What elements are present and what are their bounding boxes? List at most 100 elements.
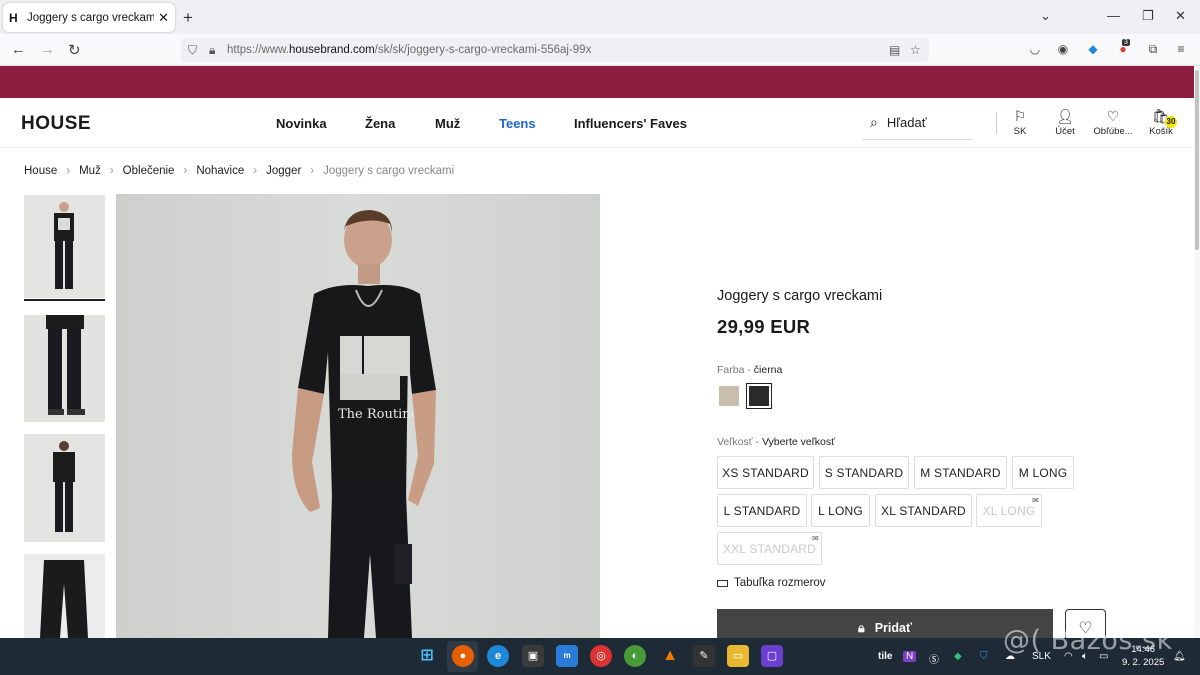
size-xl-standard[interactable]: XL STANDARD: [875, 494, 972, 527]
firefox-icon[interactable]: ●: [452, 645, 474, 667]
app-editor-icon[interactable]: ✎: [693, 645, 715, 667]
skype-icon[interactable]: Ⓢ: [929, 651, 939, 666]
tab-title: Joggery s cargo vreckami Farba: [27, 11, 155, 24]
flag-icon: ⚐: [1013, 108, 1027, 124]
reload-icon[interactable]: ↻: [68, 41, 81, 59]
size-table-label: Tabuľka rozmerov: [734, 577, 826, 589]
app-green-icon[interactable]: ◐: [624, 645, 646, 667]
color-swatch-black[interactable]: [749, 386, 769, 406]
browser-tabbar: H Joggery s cargo vreckami Farba ✕ + ⌄ —…: [0, 0, 1200, 34]
size-value: Vyberte veľkosť: [761, 436, 836, 448]
size-xxl-standard[interactable]: XXL STANDARD ✉: [717, 532, 822, 565]
url-prefix: https://www.: [227, 44, 289, 56]
app-red-icon[interactable]: ◎: [590, 645, 612, 667]
nav-muz[interactable]: Muž: [435, 116, 460, 131]
bookmark-star-icon[interactable]: ☆: [910, 43, 921, 57]
forward-icon[interactable]: →: [40, 41, 55, 58]
region-selector[interactable]: ⚐ SK: [998, 106, 1042, 137]
product-thumbnail-2[interactable]: [24, 315, 105, 422]
thumbnail-active-indicator: [24, 299, 105, 301]
account-label: Účet: [1055, 126, 1075, 137]
favorites-button[interactable]: ♡ Obľúbe...: [1091, 106, 1135, 137]
product-thumbnail-4[interactable]: [24, 554, 105, 638]
bazos-watermark: @( Bazos.sk: [1003, 625, 1173, 656]
search-placeholder: Hľadať: [886, 115, 927, 130]
account-icon[interactable]: ◉: [1056, 42, 1070, 56]
url-bar[interactable]: https://www. housebrand.com/sk/sk/joggery…: [181, 38, 929, 62]
breadcrumb: House › Muž › Oblečenie › Nohavice › Jogger ›…: [24, 165, 454, 177]
size-l-long[interactable]: L LONG: [811, 494, 870, 527]
header-divider: [996, 112, 997, 134]
scrollbar-thumb[interactable]: [1195, 70, 1199, 250]
account-button[interactable]: 👤︎ Účet: [1043, 106, 1087, 137]
notification-bell-icon[interactable]: 🔔︎: [1173, 651, 1186, 662]
color-swatch-beige[interactable]: [719, 386, 739, 406]
size-m-long[interactable]: M LONG: [1012, 456, 1074, 489]
app-purple-icon[interactable]: ▢: [761, 645, 783, 667]
breadcrumb-oblecenie[interactable]: Oblečenie: [123, 165, 175, 177]
back-icon[interactable]: ←: [11, 41, 26, 58]
nav-zena[interactable]: Žena: [365, 116, 395, 131]
restore-icon[interactable]: ❐: [1142, 8, 1154, 24]
size-l-standard[interactable]: L STANDARD: [717, 494, 807, 527]
house-logo[interactable]: HOUSE: [21, 113, 91, 135]
site-favicon: H: [9, 10, 18, 25]
product-thumbnail-3[interactable]: [24, 434, 105, 542]
chevron-right-icon: ›: [253, 165, 258, 177]
size-table-link[interactable]: Tabuľka rozmerov: [717, 577, 826, 589]
store-icon[interactable]: ▣: [522, 645, 544, 667]
tray-weather-text[interactable]: tile: [878, 651, 892, 662]
size-xs-standard[interactable]: XS STANDARD: [717, 456, 814, 489]
nav-influencers-faves[interactable]: Influencers' Faves: [574, 116, 687, 131]
cart-count-badge: 30: [1165, 116, 1177, 128]
edge-icon[interactable]: e: [487, 645, 509, 667]
product-title: Joggery s cargo vreckami: [717, 288, 883, 304]
browser-tab[interactable]: H Joggery s cargo vreckami Farba ✕: [3, 3, 175, 32]
region-label: SK: [1013, 126, 1027, 137]
chevron-right-icon: ›: [310, 165, 315, 177]
reader-view-icon[interactable]: ▤: [889, 43, 900, 57]
app-icon[interactable]: m: [556, 645, 578, 667]
shield-icon[interactable]: ◆: [954, 651, 962, 662]
heart-icon: ♡: [1106, 108, 1120, 124]
nav-novinka[interactable]: Novinka: [276, 116, 327, 131]
breadcrumb-jogger[interactable]: Jogger: [266, 165, 301, 177]
product-thumbnail-1[interactable]: [24, 195, 105, 298]
file-explorer-icon[interactable]: ▭: [727, 645, 749, 667]
ruler-icon: [717, 579, 728, 587]
vlc-icon[interactable]: ▲: [659, 645, 681, 667]
size-label-text: Veľkosť -: [717, 436, 760, 448]
extensions-puzzle-icon[interactable]: ⧉: [1146, 42, 1160, 56]
svg-text:The Routine: The Routine: [338, 407, 419, 422]
nav-teens[interactable]: Teens: [499, 116, 536, 131]
menu-icon[interactable]: ≡: [1174, 42, 1188, 56]
onenote-icon[interactable]: N: [903, 651, 917, 662]
user-icon: 👤︎: [1056, 108, 1074, 124]
pocket-icon[interactable]: ◡: [1028, 42, 1042, 56]
size-xxl-standard-label: XXL STANDARD: [722, 541, 817, 556]
breadcrumb-house[interactable]: House: [24, 165, 57, 177]
size-label: Veľkosť - Vyberte veľkosť: [717, 436, 835, 448]
extension-icon[interactable]: ◆: [1086, 42, 1100, 56]
color-label: Farba - čierna: [717, 364, 782, 376]
minimize-icon[interactable]: —: [1107, 8, 1120, 23]
start-windows-icon[interactable]: ⊞: [416, 645, 438, 667]
breadcrumb-nohavice[interactable]: Nohavice: [196, 165, 244, 177]
size-xl-long[interactable]: XL LONG ✉: [976, 494, 1042, 527]
product-main-image[interactable]: The Routine: [116, 194, 600, 638]
tracking-shield-icon[interactable]: ⛉: [188, 43, 197, 58]
size-m-standard[interactable]: M STANDARD: [914, 456, 1007, 489]
add-to-cart-label: Pridať: [874, 621, 912, 635]
close-tab-icon[interactable]: ✕: [158, 10, 169, 26]
close-window-icon[interactable]: ✕: [1175, 8, 1186, 24]
chevron-right-icon: ›: [183, 165, 188, 177]
favorites-label: Obľúbe...: [1093, 126, 1133, 137]
size-s-standard[interactable]: S STANDARD: [819, 456, 909, 489]
breadcrumb-muz[interactable]: Muž: [79, 165, 101, 177]
security-icon[interactable]: ⛉: [980, 651, 988, 662]
search-input[interactable]: ⌕ Hľadať: [862, 106, 973, 140]
new-tab-icon[interactable]: +: [183, 8, 193, 28]
notify-mail-icon: ✉: [812, 534, 819, 543]
lock-icon[interactable]: 🔒︎: [209, 43, 215, 58]
tab-list-chevron-icon[interactable]: ⌄: [1040, 8, 1051, 24]
